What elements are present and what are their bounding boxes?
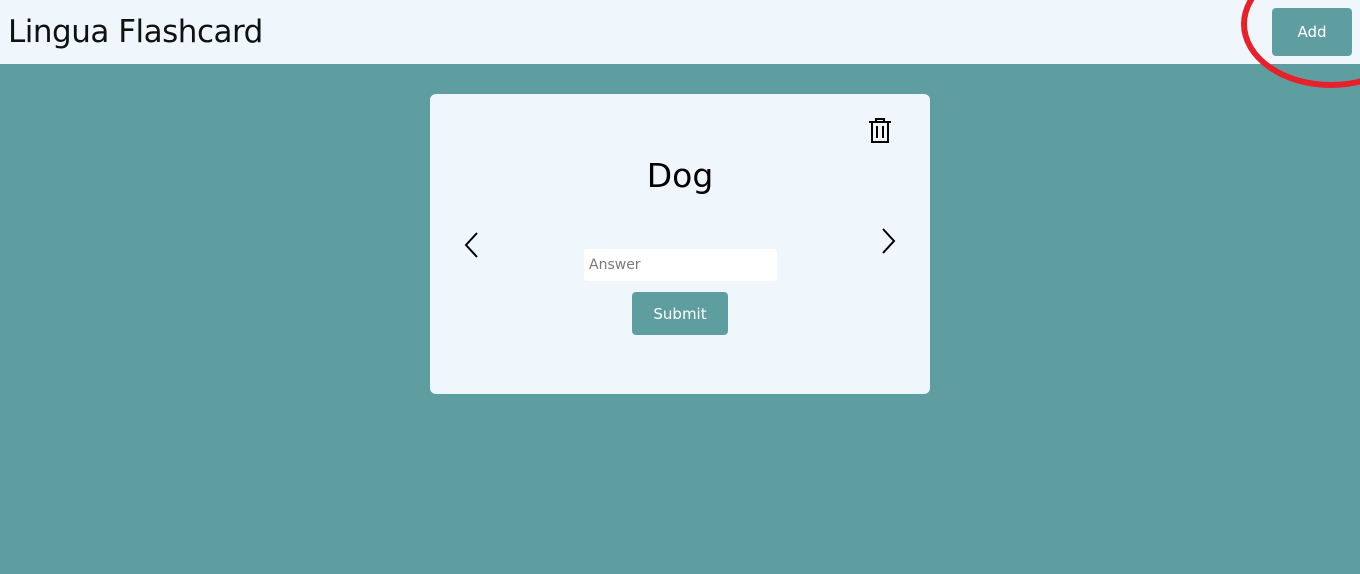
add-button[interactable]: Add	[1272, 8, 1352, 56]
submit-button[interactable]: Submit	[632, 292, 728, 335]
chevron-left-icon[interactable]	[460, 228, 484, 262]
flashcard-word: Dog	[646, 156, 714, 195]
trash-icon[interactable]	[866, 116, 894, 144]
app-title: Lingua Flashcard	[8, 14, 263, 50]
app-header: Lingua Flashcard Add	[0, 0, 1360, 64]
chevron-right-icon[interactable]	[876, 224, 900, 258]
flashcard: Dog Submit	[430, 94, 930, 394]
answer-input[interactable]	[584, 249, 777, 281]
